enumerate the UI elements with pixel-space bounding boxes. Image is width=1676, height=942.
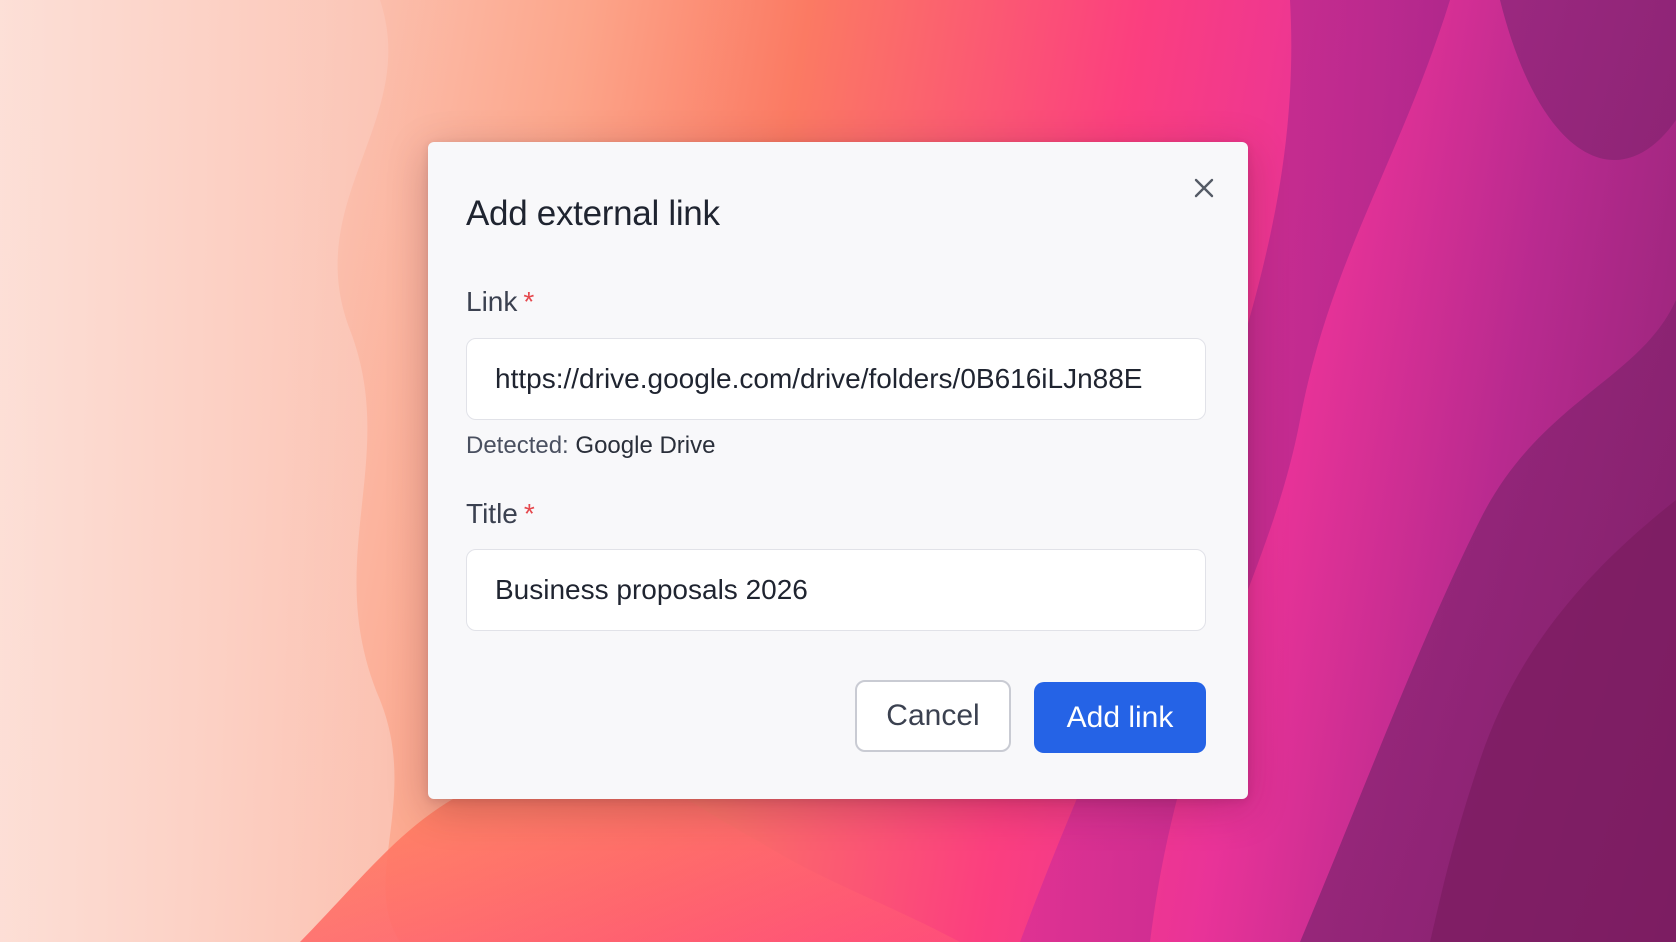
detected-service-hint: Detected: Google Drive (466, 432, 715, 460)
add-external-link-dialog: Add external link Link* Detected: Google… (428, 142, 1248, 799)
add-link-button[interactable]: Add link (1034, 682, 1206, 753)
link-label: Link * (466, 286, 534, 318)
link-label-text: Link (466, 286, 518, 317)
title-input[interactable] (466, 549, 1206, 631)
link-required-marker: * (523, 286, 535, 317)
title-label: Title * (466, 498, 535, 530)
title-label-text: Title (466, 498, 518, 529)
close-button[interactable] (1186, 170, 1222, 206)
detected-prefix: Detected: (466, 432, 569, 459)
title-required-marker: * (523, 498, 535, 529)
dialog-title: Add external link (466, 194, 720, 233)
detected-service: Google Drive (575, 432, 716, 459)
cancel-button[interactable]: Cancel (855, 680, 1011, 752)
link-input[interactable] (466, 338, 1206, 420)
close-icon (1194, 178, 1214, 198)
